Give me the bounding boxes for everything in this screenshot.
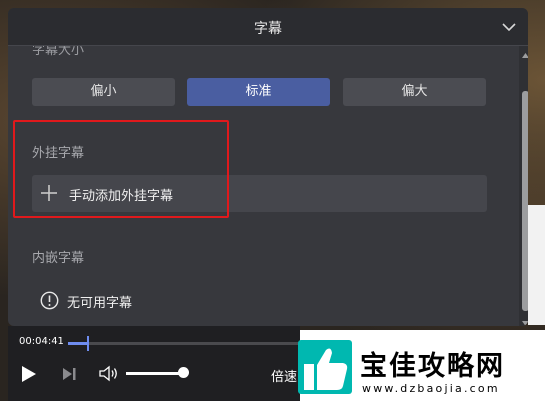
volume-slider[interactable] <box>126 372 184 375</box>
volume-knob[interactable] <box>178 367 189 378</box>
size-small-button[interactable]: 偏小 <box>32 78 175 106</box>
size-large-button[interactable]: 偏大 <box>343 78 486 106</box>
info-icon <box>40 291 59 310</box>
volume-icon[interactable] <box>99 365 119 382</box>
speed-button[interactable]: 倍速 <box>271 366 297 385</box>
embedded-subtitles-title: 内嵌字幕 <box>32 251 85 266</box>
panel-title: 字幕 <box>254 21 282 37</box>
chevron-down-icon[interactable] <box>500 18 518 36</box>
scroll-down-arrow-icon[interactable] <box>521 319 528 326</box>
player-controls: 00:04:41 倍速 <box>8 326 300 401</box>
progress-fill <box>68 342 87 345</box>
panel-header: 字幕 <box>8 8 528 46</box>
progress-knob[interactable] <box>86 336 89 351</box>
current-time: 00:04:41 <box>19 336 64 347</box>
size-standard-button[interactable]: 标准 <box>187 78 330 106</box>
highlight-box <box>13 120 229 218</box>
no-subtitles-label: 无可用字幕 <box>67 296 133 311</box>
panel-scrollbar[interactable] <box>519 46 528 326</box>
watermark-name: 宝佳攻略网 <box>360 351 505 382</box>
watermark-url: www.dzbaojia.com <box>362 382 500 395</box>
progress-track[interactable] <box>68 336 300 351</box>
scroll-up-arrow-icon[interactable] <box>521 51 528 60</box>
play-icon[interactable] <box>20 365 37 383</box>
subtitle-size-label: 字幕大小 <box>32 46 85 58</box>
page-background-strip <box>528 205 545 325</box>
next-icon[interactable] <box>61 366 77 382</box>
thumbs-up-logo-icon <box>298 340 352 394</box>
scrollbar-thumb[interactable] <box>522 91 528 311</box>
